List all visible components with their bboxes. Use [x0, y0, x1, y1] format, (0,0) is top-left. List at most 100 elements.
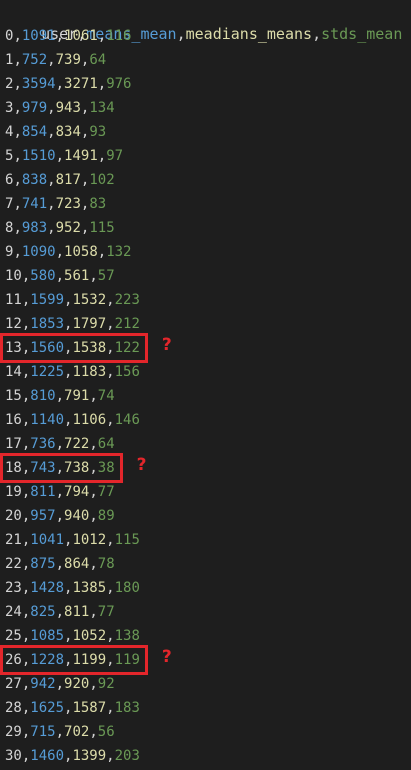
- cell-user: 24: [5, 604, 22, 620]
- cell-stds-mean: 183: [114, 700, 140, 716]
- cell-stds-mean: 64: [89, 52, 107, 68]
- table-row: 25,1085,1052,138: [5, 628, 140, 644]
- cell-meadians-means: 702: [64, 724, 90, 740]
- cell-stds-mean: 56: [97, 724, 115, 740]
- cell-means-mean: 825: [30, 604, 56, 620]
- cell-means-mean: 752: [21, 52, 48, 68]
- cell-means-mean: 979: [21, 100, 48, 116]
- cell-stds-mean: 203: [114, 748, 140, 764]
- cell-user: 20: [5, 508, 22, 524]
- cell-means-mean: 838: [21, 172, 48, 188]
- cell-stds-mean: 102: [89, 172, 115, 188]
- cell-meadians-means: 811: [64, 604, 90, 620]
- cell-user: 23: [5, 580, 22, 596]
- table-row: 30,1460,1399,203: [5, 748, 140, 764]
- cell-meadians-means: 943: [55, 100, 81, 116]
- cell-user: 18: [5, 460, 22, 476]
- table-row: 16,1140,1106,146: [5, 412, 140, 428]
- cell-stds-mean: 97: [106, 148, 124, 164]
- cell-means-mean: 957: [30, 508, 56, 524]
- table-row: 11,1599,1532,223: [5, 292, 140, 308]
- table-row: 20,957,940,89: [5, 508, 115, 524]
- cell-means-mean: 1428: [30, 580, 65, 596]
- cell-means-mean: 1599: [30, 292, 65, 308]
- table-row: 4,854,834,93: [5, 124, 107, 140]
- cell-means-mean: 875: [30, 556, 56, 572]
- cell-stds-mean: 64: [97, 436, 115, 452]
- cell-stds-mean: 976: [106, 76, 132, 92]
- cell-meadians-means: 561: [64, 268, 90, 284]
- cell-meadians-means: 1012: [72, 532, 107, 548]
- cell-meadians-means: 1052: [72, 628, 107, 644]
- table-row: 22,875,864,78: [5, 556, 115, 572]
- cell-stds-mean: 212: [114, 316, 140, 332]
- cell-stds-mean: 132: [106, 244, 132, 260]
- cell-means-mean: 580: [30, 268, 56, 284]
- table-row: 21,1041,1012,115: [5, 532, 140, 548]
- cell-meadians-means: 1399: [72, 748, 107, 764]
- cell-meadians-means: 794: [64, 484, 90, 500]
- cell-means-mean: 1625: [30, 700, 65, 716]
- cell-meadians-means: 940: [64, 508, 90, 524]
- cell-meadians-means: 1491: [64, 148, 98, 164]
- table-row: 24,825,811,77: [5, 604, 115, 620]
- cell-meadians-means: 1532: [72, 292, 107, 308]
- csv-rows: 0,1091,1061,116 1,752,739,64 2,3594,3271,9…: [5, 24, 405, 768]
- table-row: 18,743,738,38: [5, 460, 115, 476]
- cell-means-mean: 1090: [21, 244, 56, 260]
- cell-stds-mean: 92: [97, 676, 115, 692]
- cell-stds-mean: 57: [97, 268, 115, 284]
- table-row: 2,3594,3271,976: [5, 76, 132, 92]
- cell-stds-mean: 115: [89, 220, 115, 236]
- table-row: 19,811,794,77: [5, 484, 115, 500]
- table-row: 26,1228,1199,119: [5, 652, 140, 668]
- cell-stds-mean: 78: [97, 556, 115, 572]
- cell-user: 10: [5, 268, 22, 284]
- table-row: 9,1090,1058,132: [5, 244, 132, 260]
- cell-stds-mean: 77: [97, 604, 115, 620]
- cell-meadians-means: 834: [55, 124, 81, 140]
- cell-user: 13: [5, 340, 22, 356]
- cell-means-mean: 3594: [21, 76, 56, 92]
- cell-stds-mean: 180: [114, 580, 140, 596]
- cell-user: 12: [5, 316, 22, 332]
- cell-user: 17: [5, 436, 22, 452]
- cell-user: 25: [5, 628, 22, 644]
- cell-stds-mean: 223: [114, 292, 140, 308]
- cell-meadians-means: 952: [55, 220, 81, 236]
- cell-user: 30: [5, 748, 22, 764]
- table-row: 13,1560,1538,122: [5, 340, 140, 356]
- cell-means-mean: 983: [21, 220, 48, 236]
- cell-stds-mean: 116: [106, 28, 132, 44]
- cell-means-mean: 1560: [30, 340, 65, 356]
- question-mark-annotation: ?: [161, 647, 172, 667]
- cell-means-mean: 1225: [30, 364, 65, 380]
- csv-editor[interactable]: user,means_mean,meadians_means,stds_mean…: [5, 0, 405, 768]
- cell-meadians-means: 1106: [72, 412, 107, 428]
- cell-meadians-means: 1587: [72, 700, 107, 716]
- table-row: 0,1091,1061,116: [5, 28, 132, 44]
- cell-user: 15: [5, 388, 22, 404]
- cell-meadians-means: 3271: [64, 76, 98, 92]
- cell-means-mean: 741: [21, 196, 48, 212]
- table-row: 15,810,791,74: [5, 388, 115, 404]
- cell-stds-mean: 93: [89, 124, 107, 140]
- cell-means-mean: 942: [30, 676, 56, 692]
- cell-meadians-means: 739: [55, 52, 81, 68]
- cell-means-mean: 743: [30, 460, 56, 476]
- table-row: 28,1625,1587,183: [5, 700, 140, 716]
- table-row: 23,1428,1385,180: [5, 580, 140, 596]
- cell-user: 22: [5, 556, 22, 572]
- cell-meadians-means: 738: [64, 460, 90, 476]
- cell-stds-mean: 119: [114, 652, 140, 668]
- cell-user: 11: [5, 292, 22, 308]
- cell-means-mean: 715: [30, 724, 56, 740]
- cell-user: 27: [5, 676, 22, 692]
- table-row: 12,1853,1797,212: [5, 316, 140, 332]
- cell-meadians-means: 1061: [64, 28, 98, 44]
- cell-user: 14: [5, 364, 22, 380]
- cell-stds-mean: 74: [97, 388, 115, 404]
- cell-stds-mean: 138: [114, 628, 140, 644]
- cell-stds-mean: 146: [114, 412, 140, 428]
- cell-meadians-means: 1058: [64, 244, 98, 260]
